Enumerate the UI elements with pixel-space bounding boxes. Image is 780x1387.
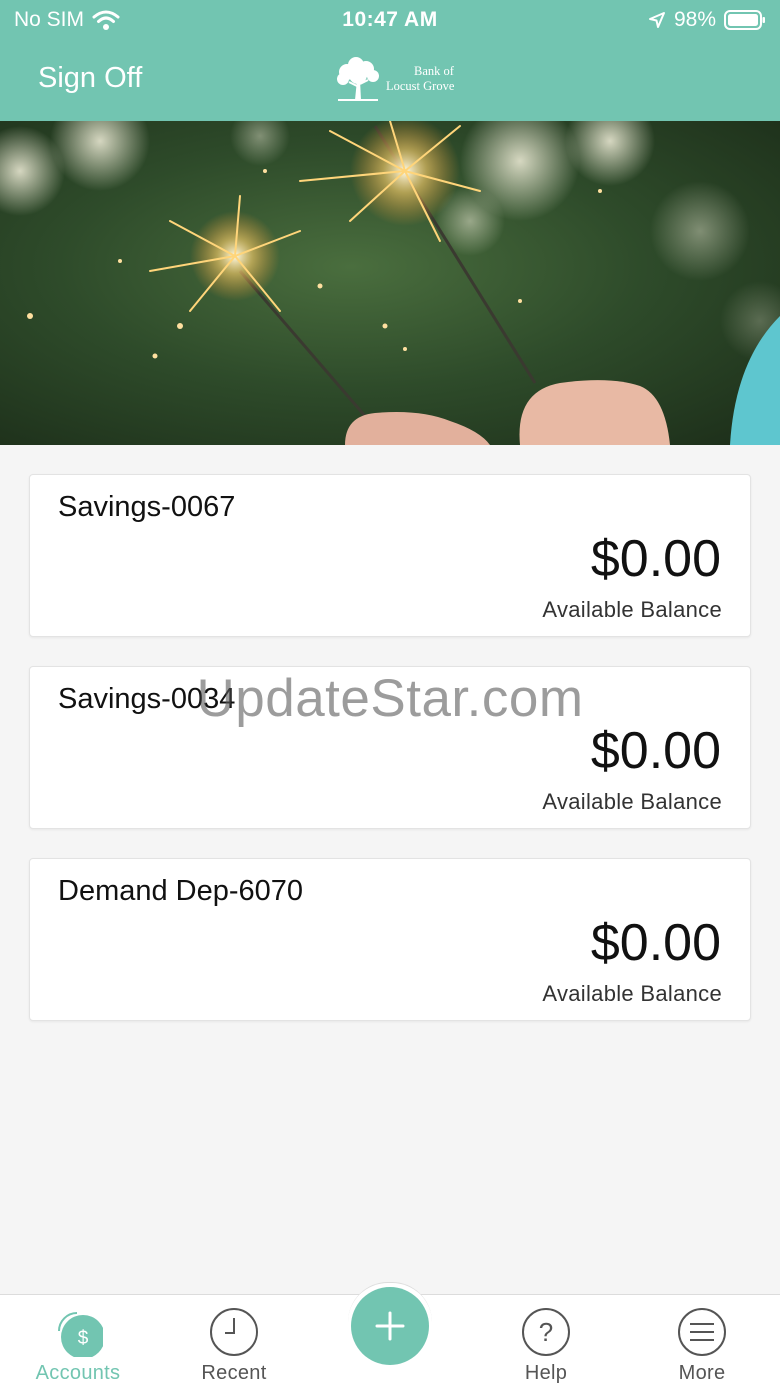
balance-label: Available Balance bbox=[542, 789, 722, 814]
hero-image bbox=[0, 121, 780, 445]
add-button[interactable] bbox=[351, 1287, 429, 1365]
account-name: Savings-0034 bbox=[58, 683, 236, 715]
account-card[interactable]: Savings-0034 $0.00 Available Balance bbox=[29, 666, 751, 829]
bank-name: Bank of Locust Grove bbox=[386, 64, 454, 94]
tab-label: More bbox=[678, 1362, 726, 1384]
status-bar: No SIM 10:47 AM 98% bbox=[0, 0, 780, 40]
battery-percent: 98% bbox=[673, 8, 716, 31]
nav-bar: Sign Off Bank of Locust Grove bbox=[0, 40, 780, 121]
question-icon: ? bbox=[522, 1308, 570, 1356]
tab-accounts[interactable]: $ Accounts bbox=[0, 1295, 156, 1387]
tab-label: Accounts bbox=[35, 1362, 121, 1384]
bank-logo: Bank of Locust Grove bbox=[334, 56, 454, 102]
dollar-icon: $ bbox=[58, 1312, 103, 1357]
tab-help[interactable]: ? Help bbox=[468, 1295, 624, 1387]
location-arrow-icon bbox=[648, 12, 665, 28]
account-name: Savings-0067 bbox=[58, 491, 236, 523]
svg-text:$: $ bbox=[78, 1328, 89, 1349]
plus-icon bbox=[375, 1311, 405, 1341]
account-balance: $0.00 bbox=[590, 914, 721, 972]
tab-label: Help bbox=[524, 1362, 568, 1384]
clock-icon bbox=[210, 1308, 258, 1356]
tab-label: Recent bbox=[201, 1362, 267, 1384]
balance-label: Available Balance bbox=[542, 597, 722, 622]
account-card[interactable]: Savings-0067 $0.00 Available Balance bbox=[29, 474, 751, 637]
bank-name-line1: Bank of bbox=[414, 64, 454, 78]
svg-text:?: ? bbox=[539, 1317, 553, 1347]
bank-name-line2: Locust Grove bbox=[386, 79, 455, 93]
account-balance: $0.00 bbox=[590, 722, 721, 780]
sign-off-button[interactable]: Sign Off bbox=[38, 62, 142, 95]
tree-icon bbox=[337, 57, 379, 101]
tab-more[interactable]: More bbox=[624, 1295, 780, 1387]
status-right: 98% bbox=[648, 8, 766, 32]
account-balance: $0.00 bbox=[590, 530, 721, 588]
account-name: Demand Dep-6070 bbox=[58, 875, 304, 907]
battery-icon bbox=[724, 10, 765, 30]
menu-icon bbox=[678, 1308, 726, 1356]
account-card[interactable]: Demand Dep-6070 $0.00 Available Balance bbox=[29, 858, 751, 1021]
tab-recent[interactable]: Recent bbox=[156, 1295, 312, 1387]
balance-label: Available Balance bbox=[542, 981, 722, 1006]
